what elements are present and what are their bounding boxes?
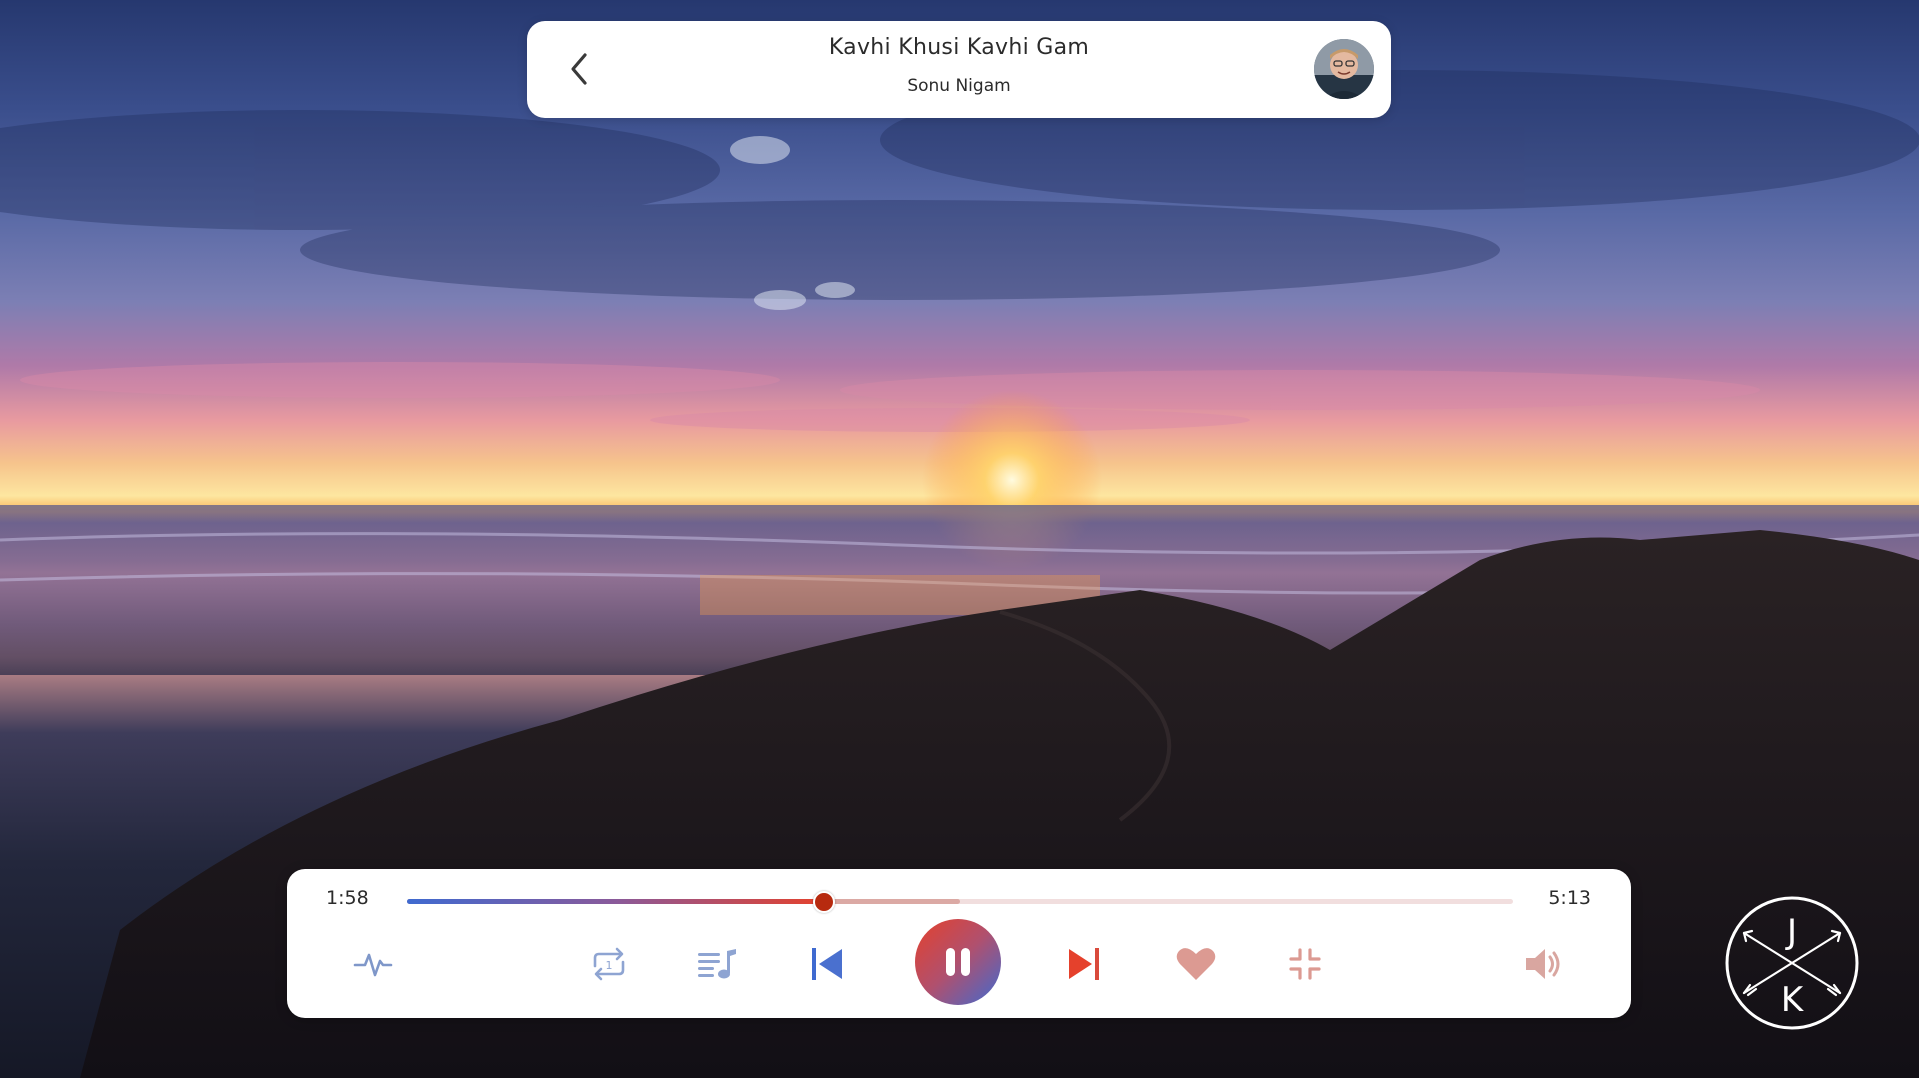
pause-icon — [946, 948, 970, 976]
repeat-one-icon: 1 — [593, 947, 625, 981]
player-controls-card: 1:58 5:13 1 — [287, 869, 1631, 1018]
total-time: 5:13 — [1548, 887, 1591, 909]
logo-letter-j: J — [1785, 912, 1797, 952]
repeat-one-button[interactable]: 1 — [584, 939, 634, 989]
next-icon — [1069, 948, 1099, 980]
jk-logo: J K — [1725, 896, 1859, 1030]
progress-thumb[interactable] — [812, 891, 835, 913]
svg-text:1: 1 — [606, 959, 613, 972]
equalizer-button[interactable] — [348, 939, 398, 989]
logo-letter-k: K — [1781, 980, 1805, 1020]
volume-button[interactable] — [1519, 939, 1569, 989]
volume-icon — [1526, 949, 1560, 979]
playlist-icon — [698, 949, 736, 979]
previous-button[interactable] — [802, 939, 852, 989]
sunset-background: Kavhi Khusi Kavhi Gam Sonu Nigam 1:58 5:… — [0, 0, 1919, 1078]
avatar-image — [1314, 39, 1374, 99]
next-button[interactable] — [1059, 939, 1109, 989]
heart-icon — [1176, 948, 1216, 980]
favorite-button[interactable] — [1171, 939, 1221, 989]
minimize-icon — [1289, 948, 1321, 980]
progress-bar[interactable] — [407, 891, 1513, 913]
pause-button[interactable] — [915, 919, 1001, 1005]
song-title: Kavhi Khusi Kavhi Gam — [828, 35, 1090, 60]
artist-name: Sonu Nigam — [907, 76, 1011, 96]
previous-icon — [812, 948, 842, 980]
minimize-button[interactable] — [1280, 939, 1330, 989]
current-time: 1:58 — [326, 887, 369, 909]
now-playing-header: Kavhi Khusi Kavhi Gam Sonu Nigam — [527, 21, 1391, 118]
artist-avatar[interactable] — [1314, 39, 1374, 99]
equalizer-icon — [353, 953, 393, 977]
progress-fill — [407, 899, 824, 904]
playlist-button[interactable] — [692, 939, 742, 989]
